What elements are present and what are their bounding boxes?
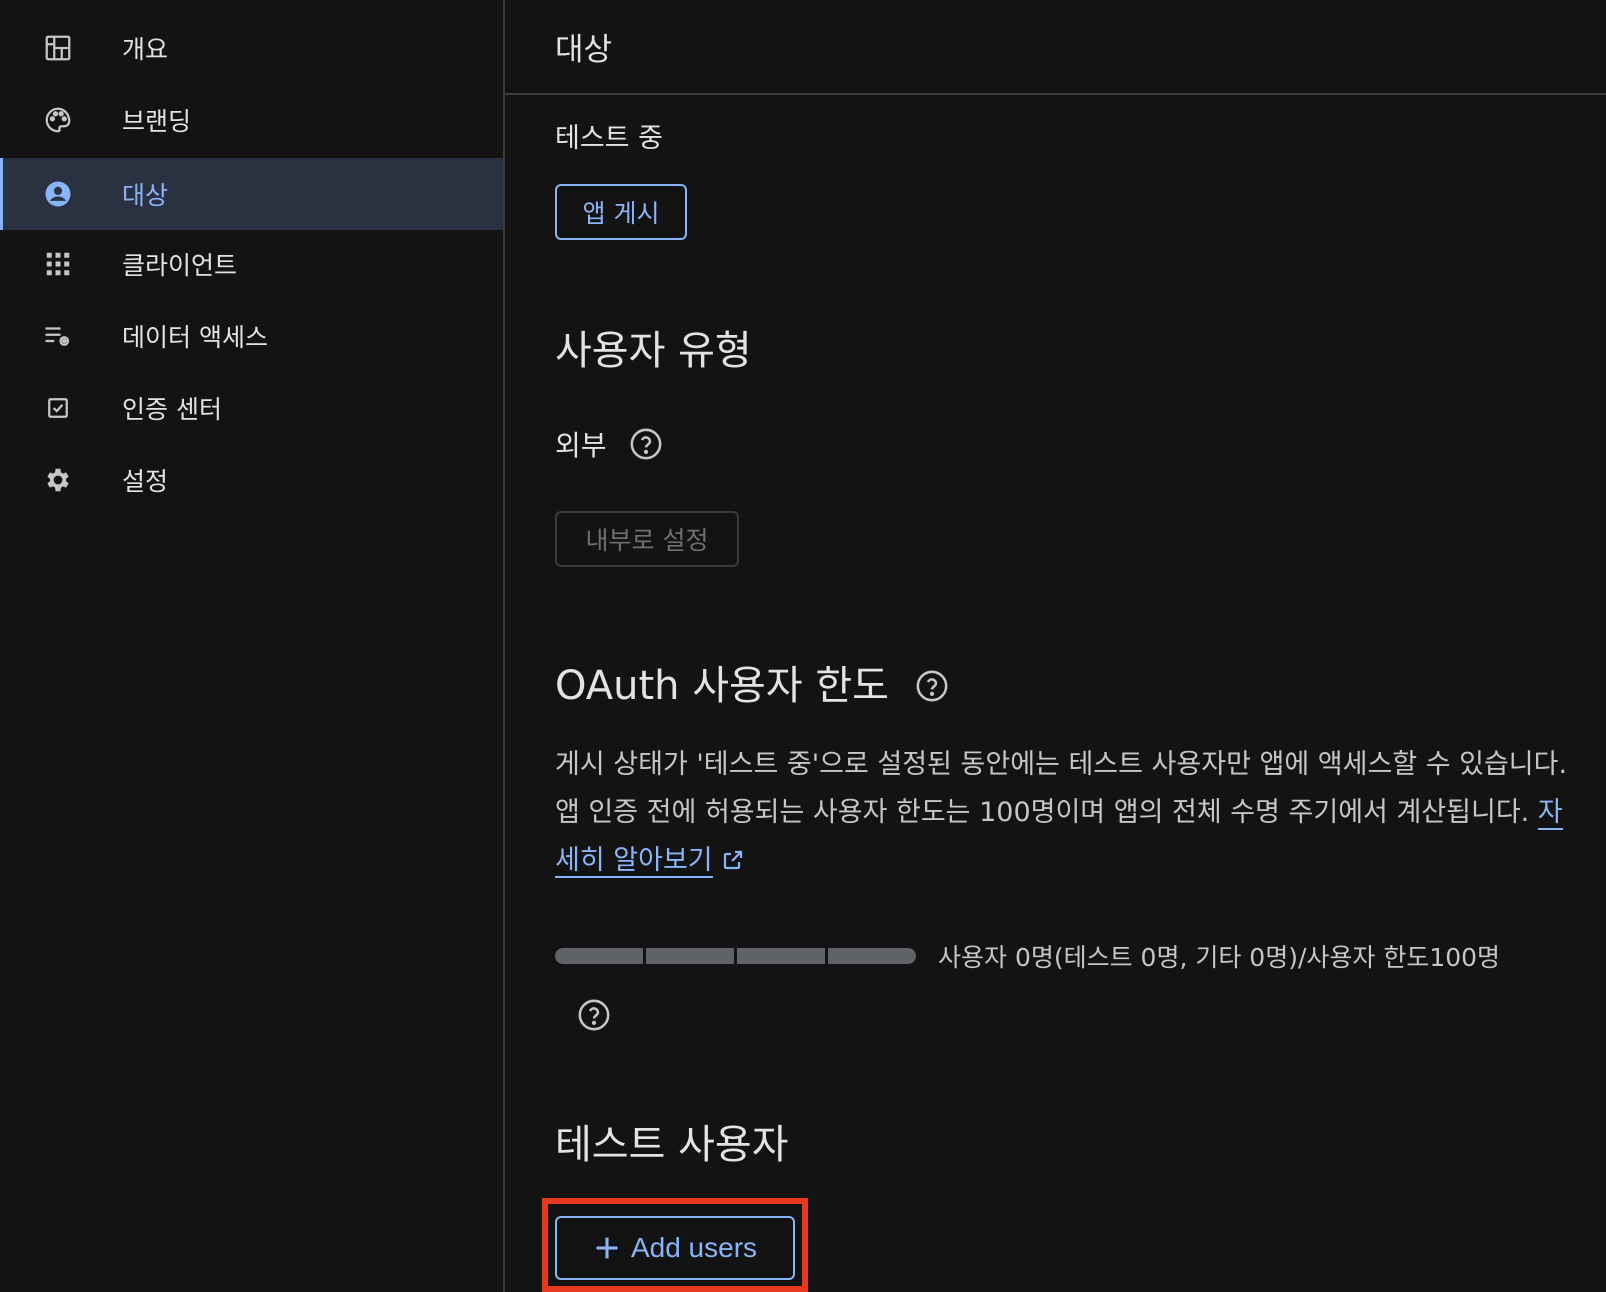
- oauth-limit-heading: OAuth 사용자 한도: [555, 663, 889, 709]
- help-icon[interactable]: [629, 427, 663, 461]
- sidebar-item-settings[interactable]: 설정: [0, 444, 503, 516]
- page-title: 대상: [555, 32, 613, 68]
- palette-icon: [42, 104, 74, 136]
- data-settings-icon: [42, 320, 74, 352]
- sidebar-item-label: 개요: [122, 35, 169, 64]
- user-type-value: 외부: [555, 429, 607, 462]
- help-icon[interactable]: [915, 669, 949, 703]
- main-content: 대상 테스트 중 앱 게시 사용자 유형 외부 내부로 설정 OAuth 사용자…: [505, 0, 1606, 1292]
- publish-app-button[interactable]: 앱 게시: [555, 184, 687, 240]
- description-text: 게시 상태가 '테스트 중'으로 설정된 동안에는 테스트 사용자만 앱에 액세…: [555, 749, 1568, 828]
- gear-icon: [42, 464, 74, 496]
- dashboard-icon: [42, 32, 74, 64]
- sidebar-item-data-access[interactable]: 데이터 액세스: [0, 300, 503, 372]
- apps-grid-icon: [42, 248, 74, 280]
- sidebar-item-audience[interactable]: 대상: [0, 158, 503, 230]
- checkbox-icon: [42, 392, 74, 424]
- quota-bar-segment: [646, 948, 734, 964]
- help-icon[interactable]: [577, 998, 611, 1032]
- sidebar-item-label: 브랜딩: [122, 107, 192, 136]
- sidebar-item-branding[interactable]: 브랜딩: [0, 84, 503, 156]
- user-type-heading: 사용자 유형: [555, 328, 752, 374]
- sidebar-item-label: 데이터 액세스: [122, 323, 268, 352]
- sidebar-item-verification-center[interactable]: 인증 센터: [0, 372, 503, 444]
- user-quota-text: 사용자 0명(테스트 0명, 기타 0명)/사용자 한도100명: [938, 943, 1501, 972]
- quota-bar-segment: [737, 948, 825, 964]
- sidebar-item-clients[interactable]: 클라이언트: [0, 228, 503, 300]
- user-quota-progress-bar: [555, 948, 916, 964]
- sidebar-item-label: 클라이언트: [122, 251, 238, 280]
- sidebar-item-label: 인증 센터: [122, 395, 222, 424]
- account-circle-icon: [42, 178, 74, 210]
- add-users-button[interactable]: Add users: [555, 1216, 795, 1280]
- external-link-icon: [721, 845, 745, 876]
- quota-bar-segment: [555, 948, 643, 964]
- sidebar-item-overview[interactable]: 개요: [0, 12, 503, 84]
- page-header: 대상: [505, 0, 1606, 95]
- publishing-status: 테스트 중: [555, 123, 663, 154]
- test-users-heading: 테스트 사용자: [555, 1122, 789, 1168]
- make-internal-button[interactable]: 내부로 설정: [555, 511, 739, 567]
- app-window: 개요 브랜딩 대상 클라이언트 데이터 액세스 인증 센터 설정 대상 테스트 …: [0, 0, 1606, 1292]
- sidebar-item-label: 대상: [122, 181, 169, 210]
- sidebar-item-label: 설정: [122, 467, 169, 496]
- user-type-value-row: 외부: [555, 424, 663, 464]
- quota-bar-segment: [828, 948, 916, 964]
- plus-icon: [593, 1234, 621, 1262]
- oauth-limit-description: 게시 상태가 '테스트 중'으로 설정된 동안에는 테스트 사용자만 앱에 액세…: [555, 741, 1585, 885]
- sidebar: 개요 브랜딩 대상 클라이언트 데이터 액세스 인증 센터 설정: [0, 0, 505, 1292]
- add-users-label: Add users: [630, 1232, 758, 1263]
- oauth-limit-heading-row: OAuth 사용자 한도: [555, 653, 949, 711]
